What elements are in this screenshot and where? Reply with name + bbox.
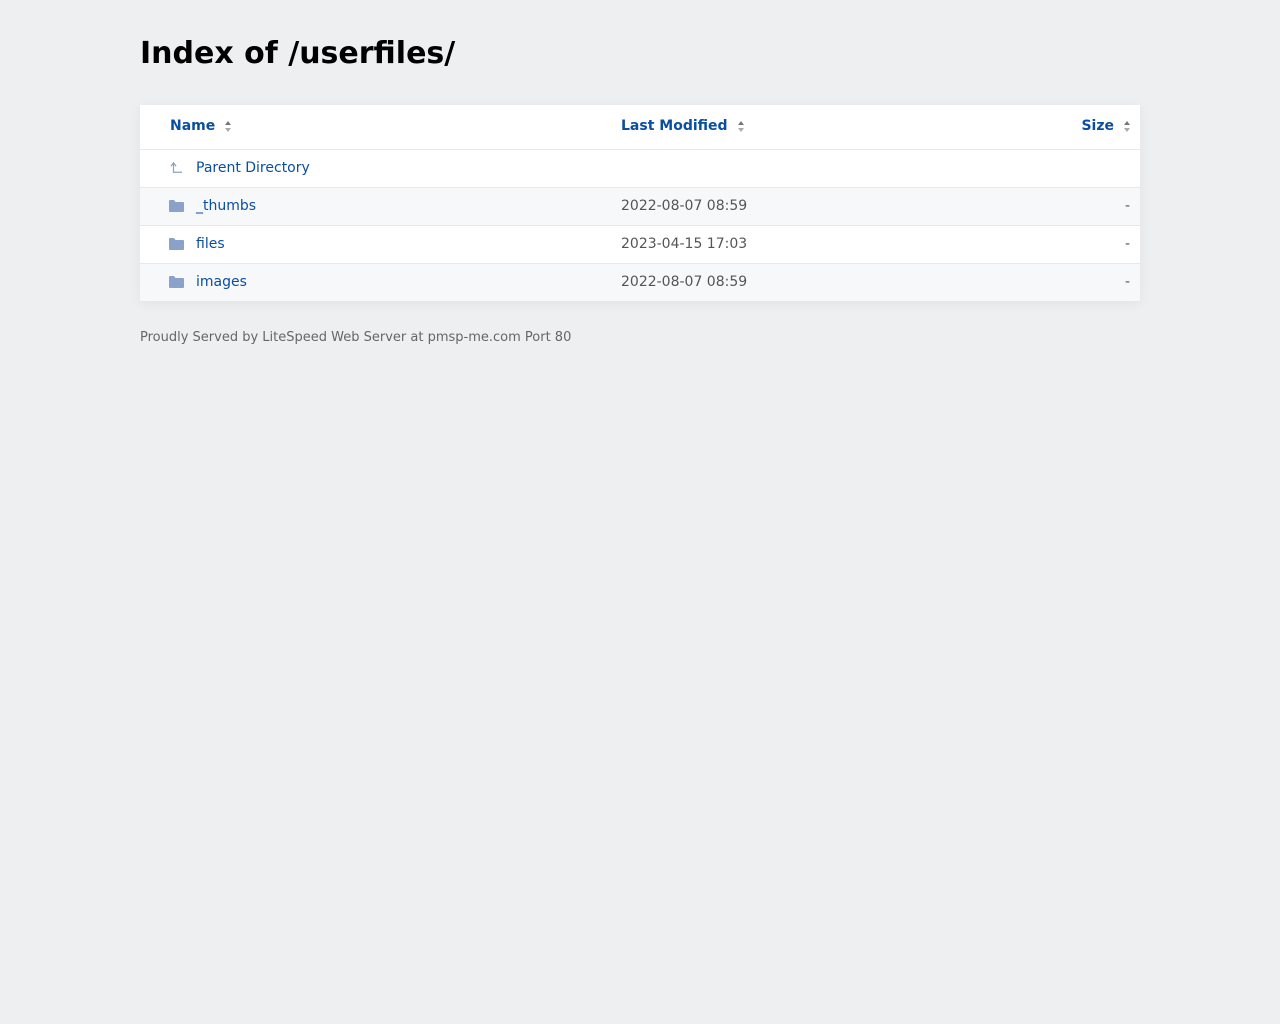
page-title: Index of /userfiles/ — [140, 36, 456, 71]
sort-icon — [737, 120, 745, 132]
size-header-label: Size — [1081, 118, 1114, 134]
folder-icon — [169, 200, 184, 212]
file-size: - — [1124, 198, 1130, 214]
modified-header-label: Last Modified — [621, 118, 728, 134]
file-size: - — [1124, 274, 1130, 290]
modified-date: 2023-04-15 17:03 — [621, 236, 748, 252]
sort-icon — [1124, 120, 1131, 132]
parent-directory-row: Parent Directory — [140, 150, 1140, 188]
folder-icon — [169, 238, 184, 250]
modified-date: 2022-08-07 08:59 — [621, 198, 748, 214]
folder-icon — [169, 276, 184, 288]
sort-icon — [225, 120, 232, 132]
sort-by-size[interactable]: Size — [1081, 118, 1131, 134]
sort-by-name[interactable]: Name — [170, 118, 232, 134]
arrow-up-icon — [170, 162, 183, 173]
folder-link[interactable]: images — [196, 274, 247, 290]
folder-link[interactable]: files — [196, 236, 225, 252]
table-header: Name Last Modified Size — [140, 105, 1140, 150]
parent-directory-link[interactable]: Parent Directory — [196, 160, 310, 176]
file-table: Name Last Modified Size Parent Directory… — [140, 105, 1140, 301]
folder-link[interactable]: _thumbs — [196, 198, 256, 214]
table-row: images 2022-08-07 08:59 - — [140, 264, 1140, 301]
file-size: - — [1124, 236, 1130, 252]
table-row: _thumbs 2022-08-07 08:59 - — [140, 188, 1140, 226]
server-footer: Proudly Served by LiteSpeed Web Server a… — [140, 330, 572, 345]
table-row: files 2023-04-15 17:03 - — [140, 226, 1140, 264]
modified-date: 2022-08-07 08:59 — [621, 274, 748, 290]
sort-by-modified[interactable]: Last Modified — [621, 118, 745, 134]
name-header-label: Name — [170, 118, 216, 134]
